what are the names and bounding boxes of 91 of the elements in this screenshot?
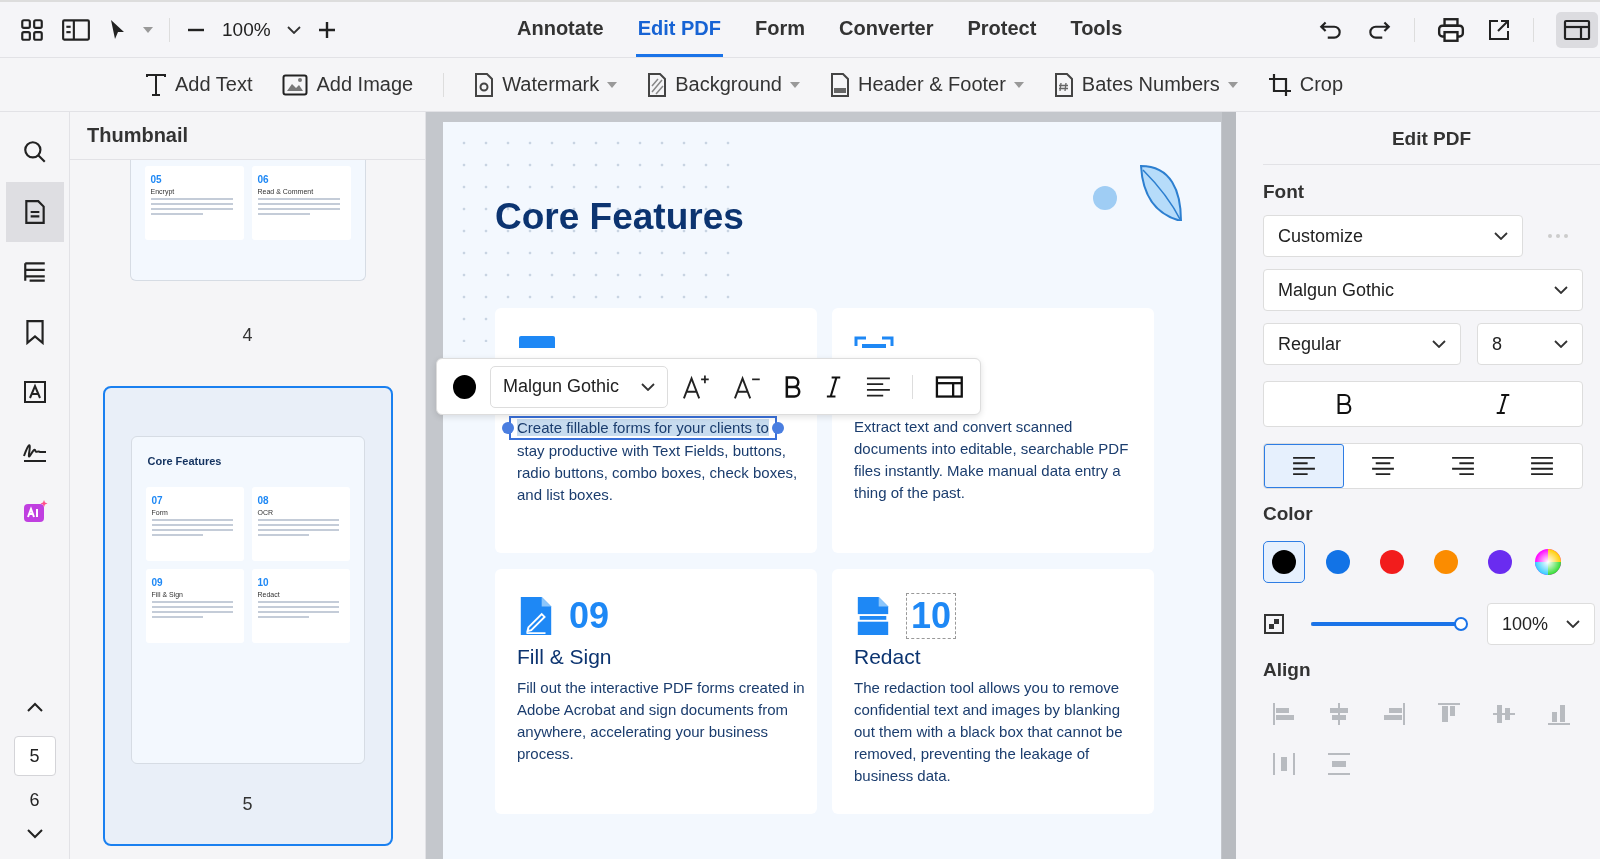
search-icon — [21, 139, 48, 165]
page-number-field[interactable]: 5 — [13, 736, 56, 776]
section-label: Align — [1263, 659, 1312, 681]
page-title: Core Features — [495, 196, 745, 238]
hash-document-icon — [1053, 71, 1074, 98]
sidebar-toggle-icon[interactable] — [61, 16, 91, 43]
share-icon[interactable] — [1487, 17, 1511, 42]
chevron-down-icon — [1432, 340, 1446, 348]
tool-button[interactable]: Header & Footer — [830, 71, 1024, 98]
feature-description: Fill out the interactive PDF forms created in Adobe Acrobat and sign documents from anywhere, accelerating your business process. — [517, 678, 806, 764]
menu-tab[interactable]: Annotate — [515, 2, 606, 57]
chevron-down-icon — [641, 382, 655, 391]
caret-icon — [790, 81, 800, 88]
background-icon — [647, 71, 668, 98]
feature-title: Fill & Sign — [517, 645, 612, 668]
page-number: 6 — [29, 790, 40, 811]
align-left-icon — [1290, 456, 1317, 476]
feature-description: The redaction tool allows you to remove confidential text and images by blanking out them with a black box that cannot be removed, preventing the leakage of business data. — [854, 678, 1124, 786]
chevron-up-icon[interactable] — [26, 702, 43, 712]
font-dropdown[interactable]: Malgun Gothic — [489, 365, 668, 408]
feature-number: 10 — [906, 593, 957, 639]
print-icon[interactable] — [1437, 16, 1465, 43]
tool-button[interactable]: Bates Numbers — [1053, 71, 1238, 98]
page-icon — [23, 199, 46, 225]
tool-button[interactable]: Add Image — [282, 73, 414, 96]
preset-dropdown[interactable]: Customize — [1263, 215, 1523, 257]
tool-button[interactable]: Add Text — [145, 72, 253, 97]
selection-handle[interactable] — [502, 422, 514, 434]
scrollbar[interactable] — [1222, 112, 1236, 859]
caret-icon — [607, 81, 618, 88]
feature-number: 09 — [569, 595, 610, 637]
scan-icon — [854, 336, 894, 348]
panel-layout-icon — [1563, 18, 1591, 41]
feature-title: Redact — [854, 645, 921, 668]
text-icon — [145, 72, 167, 97]
page-label: 4 — [242, 325, 253, 346]
header-footer-icon — [830, 71, 850, 98]
zoom-level[interactable]: 100% — [222, 18, 271, 41]
chevron-down-icon — [1566, 620, 1580, 628]
color-wheel-icon[interactable] — [1533, 547, 1563, 577]
chevron-down-icon — [1554, 340, 1568, 348]
feature-description: stay productive with Text Fields, buttons, radio buttons, combo boxes, check boxes, and list boxes. — [517, 441, 799, 505]
caret-icon — [1013, 81, 1024, 88]
font-dropdown[interactable]: Malgun Gothic — [1263, 269, 1583, 311]
document-redact-icon — [854, 595, 892, 637]
tool-button[interactable]: Crop — [1267, 72, 1344, 97]
text-box-icon — [22, 380, 47, 404]
panel-title: Edit PDF — [1263, 112, 1600, 165]
page-tab[interactable] — [5, 182, 64, 242]
page-label: 5 — [242, 794, 253, 815]
bold-icon[interactable] — [783, 374, 803, 399]
chevron-down-icon — [1554, 286, 1568, 294]
watermark-icon — [474, 71, 495, 98]
outline-icon — [21, 259, 48, 285]
crop-icon — [1267, 72, 1292, 97]
section-label: Font — [1263, 181, 1306, 203]
menu-tab[interactable]: Tools — [1068, 2, 1125, 57]
opacity-dropdown[interactable]: 100% — [1487, 603, 1595, 645]
section-label: Color — [1263, 503, 1314, 525]
caret-icon — [1227, 81, 1238, 88]
align-center-icon — [1370, 456, 1397, 476]
align-left-button[interactable] — [1264, 444, 1344, 488]
thumbnail-heading: Core Features — [147, 455, 223, 467]
size-dropdown[interactable]: 8 — [1477, 323, 1583, 365]
menu-tab[interactable]: Edit PDF — [635, 2, 723, 57]
bookmark-icon — [23, 319, 46, 345]
menu-tab[interactable]: Protect — [965, 2, 1039, 57]
chevron-down-icon[interactable] — [26, 829, 43, 839]
text-selection-box[interactable]: Create fillable forms for your clients to — [509, 416, 777, 440]
tool-button[interactable]: Background — [647, 71, 800, 98]
align-justify-icon — [1529, 456, 1556, 476]
menu-tab[interactable]: Converter — [837, 2, 936, 57]
color-swatch[interactable] — [1263, 541, 1305, 583]
align-left-icon[interactable] — [865, 375, 891, 398]
opacity-icon — [1263, 613, 1285, 635]
ai-icon — [21, 499, 48, 525]
tool-button[interactable]: Watermark — [474, 71, 618, 98]
align-right-icon — [1449, 456, 1476, 476]
image-icon — [282, 73, 309, 96]
color-dot[interactable] — [453, 374, 476, 399]
grid-icon[interactable] — [19, 16, 45, 43]
chevron-down-icon[interactable] — [286, 25, 301, 34]
style-dropdown[interactable]: Regular — [1263, 323, 1461, 365]
selection-handle[interactable] — [771, 422, 784, 434]
chevron-down-icon — [1494, 232, 1508, 240]
caret-icon[interactable] — [143, 26, 153, 33]
feature-description: Extract text and convert scanned documents into editable, searchable PDF files instantly. Make manual data entry a thing of the past. — [854, 417, 1130, 503]
panel-toggle-button[interactable] — [1556, 11, 1598, 48]
menu-tab[interactable]: Form — [753, 2, 807, 57]
zoom-in-icon[interactable] — [316, 19, 337, 40]
layout-icon[interactable] — [935, 374, 964, 399]
